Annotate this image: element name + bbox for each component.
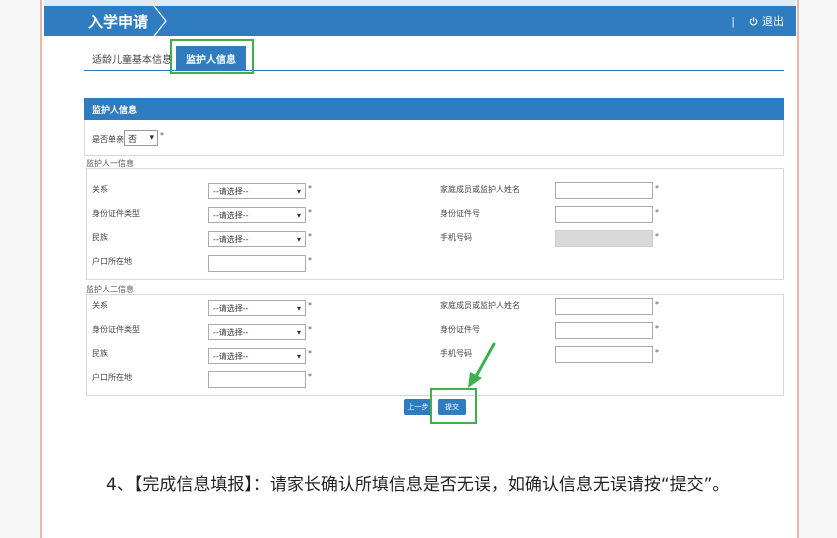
g2-ethnicity-label: 民族 [92,349,108,358]
required-mark: * [308,208,312,217]
g1-relation-value: --请选择-- [213,186,249,196]
required-mark: * [308,349,312,358]
g1-hukou-label: 户口所在地 [92,257,132,266]
g2-name-input[interactable] [555,298,653,315]
guardian2-box [86,294,784,396]
g2-relation-select[interactable]: --请选择-- ▾ [208,300,306,316]
g2-hukou-label: 户口所在地 [92,373,132,382]
submit-highlight-box [430,388,477,424]
g2-id-no-label: 身份证件号 [440,325,480,334]
required-mark: * [308,232,312,241]
app-header: 入学申请 | 退出 [44,6,796,36]
g2-id-type-select[interactable]: --请选择-- ▾ [208,324,306,340]
page-margin-left [0,0,40,538]
panel-header: 监护人信息 [84,98,784,120]
power-icon [749,16,758,25]
g1-id-type-label: 身份证件类型 [92,209,140,218]
g1-id-no-label: 身份证件号 [440,209,480,218]
g1-name-label: 家庭成员或监护人姓名 [440,185,520,194]
frame-border-right [797,0,799,538]
g2-id-no-input[interactable] [555,322,653,339]
required-mark: * [655,324,659,333]
panel-body [84,120,784,156]
instruction-text: 4、【完成信息填报】：请家长确认所填信息是否无误，如确认信息无误请按“提交”。 [106,475,730,495]
single-parent-select[interactable]: 否 ▾ [124,130,158,146]
g1-id-no-input[interactable] [555,206,653,223]
g1-ethnicity-label: 民族 [92,233,108,242]
g1-ethnicity-select[interactable]: --请选择-- ▾ [208,231,306,247]
g1-relation-label: 关系 [92,185,108,194]
required-mark: * [308,325,312,334]
required-mark: * [655,208,659,217]
g1-phone-label: 手机号码 [440,233,472,242]
prev-button[interactable]: 上一步 [404,399,432,415]
g1-ethnicity-value: --请选择-- [213,234,249,244]
g1-id-type-value: --请选择-- [213,210,249,220]
logout-separator: | [731,14,735,28]
breadcrumb-chevron-icon [153,6,167,36]
g2-ethnicity-value: --请选择-- [213,351,249,361]
required-mark: * [655,348,659,357]
required-mark: * [308,372,312,381]
caret-down-icon: ▾ [296,210,301,220]
app-title: 入学申请 [88,13,149,31]
caret-down-icon: ▾ [296,303,301,313]
tab-basic-info[interactable]: 适龄儿童基本信息 [92,51,172,66]
required-mark: * [308,301,312,310]
tab-highlight-box [170,39,254,74]
logout-label: 退出 [762,15,784,28]
caret-down-icon: ▾ [149,133,154,143]
g2-phone-input[interactable] [555,346,653,363]
required-mark: * [655,184,659,193]
frame-border-left [40,0,42,538]
required-mark: * [160,131,164,140]
single-parent-label: 是否单亲 [92,135,124,144]
required-mark: * [308,256,312,265]
caret-down-icon: ▾ [296,327,301,337]
logout-button[interactable]: | 退出 [731,13,784,29]
g1-name-input[interactable] [555,182,653,199]
g2-relation-value: --请选择-- [213,303,249,313]
required-mark: * [308,184,312,193]
g2-id-type-value: --请选择-- [213,327,249,337]
required-mark: * [655,232,659,241]
g1-hukou-input[interactable] [208,255,306,272]
g1-phone-input[interactable] [555,230,653,247]
g2-name-label: 家庭成员或监护人姓名 [440,301,520,310]
guardian1-box [86,168,784,280]
g2-hukou-input[interactable] [208,371,306,388]
g2-id-type-label: 身份证件类型 [92,325,140,334]
page-margin-right [799,0,837,538]
g1-relation-select[interactable]: --请选择-- ▾ [208,183,306,199]
green-arrow-icon [468,342,496,388]
single-parent-value: 否 [128,134,138,145]
g2-relation-label: 关系 [92,301,108,310]
g1-id-type-select[interactable]: --请选择-- ▾ [208,207,306,223]
required-mark: * [655,300,659,309]
instruction-caption: 4、【完成信息填报】：请家长确认所填信息是否无误，如确认信息无误请按“提交”。 [72,470,784,500]
caret-down-icon: ▾ [296,186,301,196]
g2-ethnicity-select[interactable]: --请选择-- ▾ [208,348,306,364]
caret-down-icon: ▾ [296,351,301,361]
caret-down-icon: ▾ [296,234,301,244]
